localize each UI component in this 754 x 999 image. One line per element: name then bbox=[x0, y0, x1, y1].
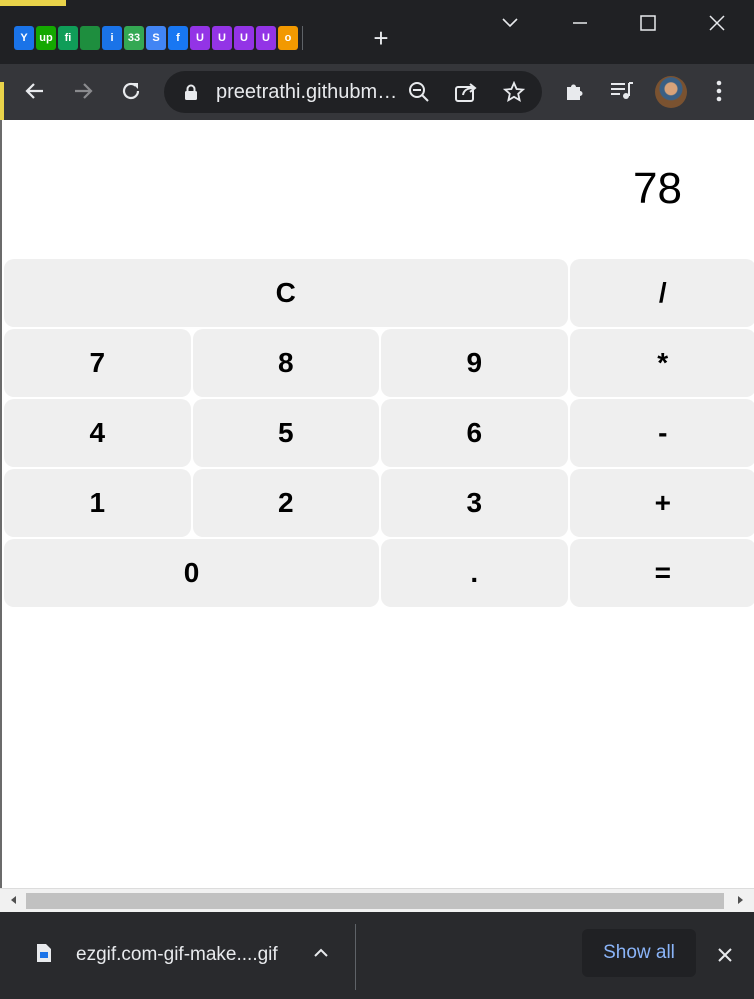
reload-icon bbox=[122, 82, 140, 100]
address-bar[interactable]: preetrathi.githubm… bbox=[164, 71, 542, 113]
chevron-down-icon bbox=[502, 18, 518, 28]
tab-search-button[interactable] bbox=[496, 10, 524, 36]
digit-9-button[interactable]: 9 bbox=[381, 329, 568, 397]
green-square-favicon-icon[interactable] bbox=[80, 26, 100, 50]
orange-favicon-icon[interactable]: o bbox=[278, 26, 298, 50]
browser-titlebar: Yup fi i 33 Sf U U U Uo + bbox=[0, 0, 754, 64]
share-icon[interactable] bbox=[454, 81, 478, 103]
subtract-button[interactable]: - bbox=[569, 399, 754, 467]
close-download-bar-icon[interactable] bbox=[716, 946, 734, 964]
close-icon bbox=[709, 15, 725, 31]
desktop-edge bbox=[0, 0, 66, 6]
extensions-button[interactable] bbox=[560, 76, 590, 106]
info-favicon-icon[interactable]: i bbox=[102, 26, 122, 50]
digit-7-button[interactable]: 7 bbox=[4, 329, 191, 397]
digit-2-button[interactable]: 2 bbox=[192, 469, 379, 537]
digit-8-button[interactable]: 8 bbox=[192, 329, 379, 397]
reload-button[interactable] bbox=[116, 76, 146, 106]
tab-separator bbox=[302, 26, 303, 50]
minimize-icon bbox=[573, 22, 587, 24]
y-favicon-icon[interactable]: Y bbox=[14, 26, 34, 50]
download-divider bbox=[355, 924, 356, 990]
kebab-menu-icon bbox=[716, 80, 722, 102]
media-control-button[interactable] bbox=[607, 76, 637, 106]
facebook-favicon-icon[interactable]: f bbox=[168, 26, 188, 50]
show-all-button[interactable]: Show all bbox=[582, 929, 696, 977]
upwork-favicon-icon[interactable]: up bbox=[36, 26, 56, 50]
desktop-edge bbox=[0, 82, 4, 122]
u-favicon-icon[interactable]: U bbox=[212, 26, 232, 50]
arrow-left-icon bbox=[25, 83, 43, 99]
scrollbar-thumb[interactable] bbox=[26, 893, 724, 909]
zoom-out-icon[interactable] bbox=[408, 81, 430, 103]
browser-menu-button[interactable] bbox=[704, 76, 734, 106]
download-file-name[interactable]: ezgif.com-gif-make....gif bbox=[76, 944, 278, 966]
equals-button[interactable]: = bbox=[569, 539, 754, 607]
33-favicon-icon[interactable]: 33 bbox=[124, 26, 144, 50]
digit-6-button[interactable]: 6 bbox=[381, 399, 568, 467]
pinned-tabs: Yup fi i 33 Sf U U U Uo bbox=[14, 26, 305, 54]
arrow-right-icon bbox=[75, 83, 93, 99]
close-window-button[interactable] bbox=[703, 10, 731, 36]
digit-3-button[interactable]: 3 bbox=[381, 469, 568, 537]
digit-1-button[interactable]: 1 bbox=[4, 469, 191, 537]
divide-button[interactable]: / bbox=[569, 259, 754, 327]
scroll-left-arrow-icon[interactable] bbox=[8, 894, 20, 906]
multiply-button[interactable]: * bbox=[569, 329, 754, 397]
download-bar: ezgif.com-gif-make....gif Show all bbox=[0, 912, 754, 999]
lock-icon bbox=[185, 84, 197, 100]
clear-button[interactable]: C bbox=[4, 259, 568, 327]
add-button[interactable]: + bbox=[569, 469, 754, 537]
horizontal-scrollbar[interactable] bbox=[0, 888, 754, 912]
calculator-page: 78 C / 7 8 9 * 4 5 6 - 1 2 3 + 0 . = bbox=[0, 120, 754, 888]
chevron-up-icon[interactable] bbox=[312, 946, 330, 960]
file-image-icon bbox=[37, 944, 51, 962]
calculator-display: 78 bbox=[633, 164, 682, 213]
calculator-keypad: C / 7 8 9 * 4 5 6 - 1 2 3 + 0 . = bbox=[4, 259, 754, 607]
maximize-icon bbox=[640, 15, 656, 31]
minimize-button[interactable] bbox=[566, 10, 594, 36]
playlist-music-icon bbox=[611, 82, 633, 99]
new-tab-button[interactable]: + bbox=[368, 25, 394, 52]
puzzle-icon bbox=[567, 84, 583, 100]
bookmark-star-icon[interactable] bbox=[503, 81, 525, 103]
sync-favicon-icon[interactable]: S bbox=[146, 26, 166, 50]
profile-avatar[interactable] bbox=[655, 76, 687, 108]
u-favicon-icon[interactable]: U bbox=[190, 26, 210, 50]
back-button[interactable] bbox=[20, 76, 50, 106]
digit-5-button[interactable]: 5 bbox=[192, 399, 379, 467]
url-text[interactable]: preetrathi.githubm… bbox=[216, 81, 397, 104]
decimal-button[interactable]: . bbox=[381, 539, 568, 607]
u-favicon-icon[interactable]: U bbox=[234, 26, 254, 50]
maximize-button[interactable] bbox=[634, 10, 662, 36]
fi-favicon-icon[interactable]: fi bbox=[58, 26, 78, 50]
scroll-right-arrow-icon[interactable] bbox=[734, 894, 746, 906]
u-favicon-icon[interactable]: U bbox=[256, 26, 276, 50]
digit-4-button[interactable]: 4 bbox=[4, 399, 191, 467]
forward-button[interactable] bbox=[68, 76, 98, 106]
browser-toolbar: preetrathi.githubm… bbox=[0, 64, 754, 120]
digit-0-button[interactable]: 0 bbox=[4, 539, 379, 607]
